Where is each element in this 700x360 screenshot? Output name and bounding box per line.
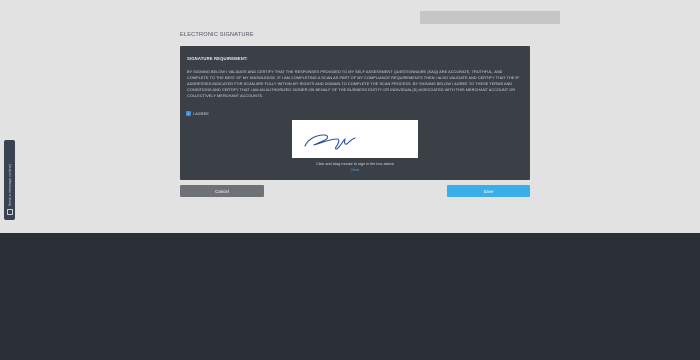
feedback-tab[interactable]: Send a message (online) <box>4 140 15 220</box>
panel-heading: SIGNATURE REQUIREMENT: <box>187 56 248 61</box>
header-placeholder-bar <box>420 11 560 24</box>
message-icon <box>6 209 13 215</box>
page-title: ELECTRONIC SIGNATURE <box>180 32 254 38</box>
terms-text: BY SIGNING BELOW I VALIDATE AND CERTIFY … <box>187 70 520 98</box>
save-button[interactable]: Save <box>447 185 530 197</box>
content-area: ELECTRONIC SIGNATURE SIGNATURE REQUIREME… <box>0 0 700 233</box>
agree-label: I AGREE <box>193 111 209 116</box>
signature-drawing <box>304 134 356 150</box>
signature-pad[interactable] <box>292 120 418 158</box>
feedback-tab-label: Send a message (online) <box>7 163 12 206</box>
signature-panel: SIGNATURE REQUIREMENT: BY SIGNING BELOW … <box>180 46 530 180</box>
check-icon: ✓ <box>186 111 191 116</box>
sign-instruction: Click and drag mouse to sign in the box … <box>316 162 394 166</box>
agree-checkbox-row[interactable]: ✓ I AGREE <box>186 111 209 116</box>
footer-area <box>0 233 700 360</box>
clear-signature-link[interactable]: Clear <box>180 168 530 172</box>
agree-checkbox[interactable]: ✓ <box>186 111 191 116</box>
cancel-button[interactable]: Cancel <box>180 185 264 197</box>
